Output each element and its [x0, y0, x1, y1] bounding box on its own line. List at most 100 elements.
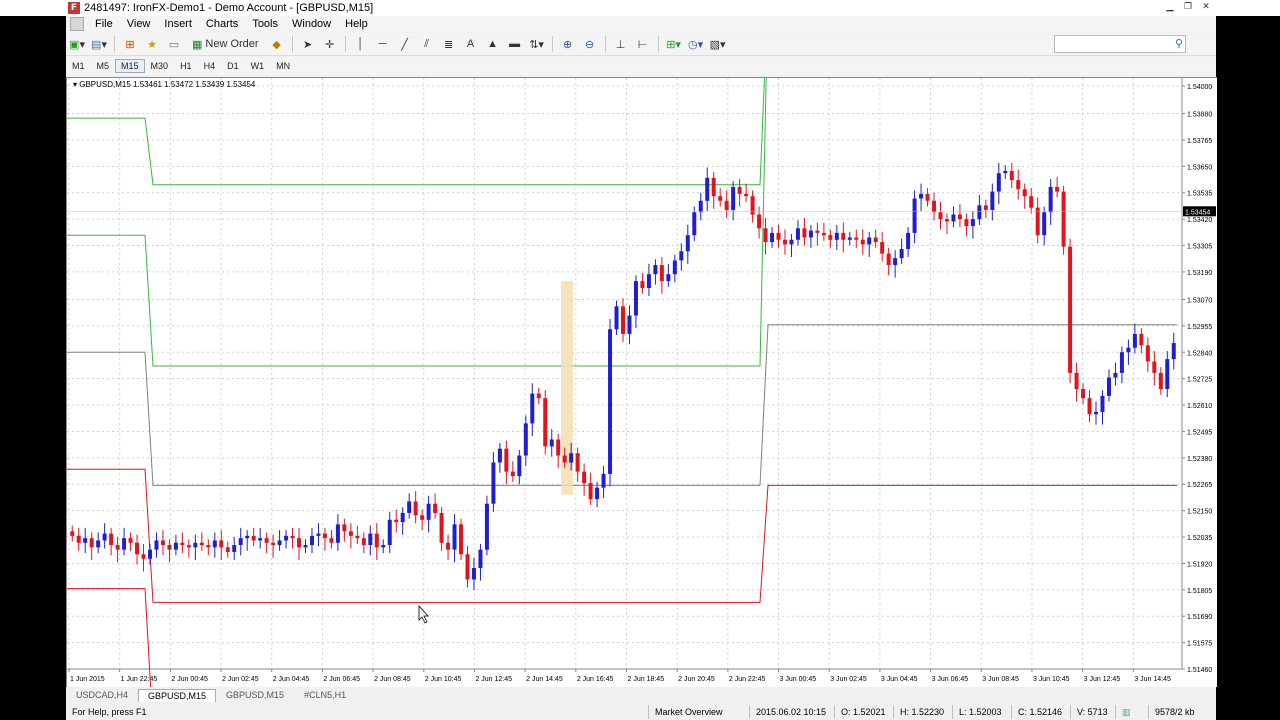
candle-body: [737, 186, 742, 194]
chart-tab[interactable]: #CLN5,H1: [294, 688, 356, 702]
time-label: 3 Jun 08:45: [982, 676, 1019, 683]
toolbar-separator: [291, 36, 293, 52]
fibonacci-icon[interactable]: ≣: [440, 35, 458, 53]
trendline-icon[interactable]: ╱: [396, 35, 414, 53]
templates-icon[interactable]: ▧▾: [709, 35, 727, 53]
chart-tab[interactable]: USDCAD,H4: [66, 688, 138, 702]
candle-body: [925, 193, 930, 201]
restore-icon[interactable]: ❐: [1180, 1, 1196, 13]
timeframe-w1[interactable]: W1: [245, 59, 271, 73]
candle-body: [497, 448, 502, 463]
menu-help[interactable]: Help: [338, 18, 375, 30]
price-label: 1.53190: [1187, 270, 1212, 277]
time-label: 2 Jun 00:45: [171, 676, 208, 683]
candle-body: [1016, 180, 1021, 190]
menu-window[interactable]: Window: [285, 18, 338, 30]
arrows-icon[interactable]: ▬: [506, 35, 524, 53]
time-label: 2 Jun 16:45: [577, 676, 614, 683]
time-label: 3 Jun 06:45: [932, 676, 969, 683]
text-icon[interactable]: A: [462, 35, 480, 53]
crosshair-icon[interactable]: ✛: [321, 35, 339, 53]
shapes-icon[interactable]: ⇅▾: [528, 35, 546, 53]
candle-body: [206, 545, 211, 548]
candle-body: [128, 538, 133, 543]
candle-body: [297, 538, 302, 548]
candle-body: [795, 228, 800, 240]
chart-shift-icon[interactable]: ⊢: [634, 35, 652, 53]
channel-icon[interactable]: ⫽: [418, 35, 436, 53]
close-icon[interactable]: ✕: [1198, 1, 1214, 13]
menu-insert[interactable]: Insert: [157, 18, 199, 30]
candle-body: [1068, 246, 1073, 373]
timeframe-m5[interactable]: M5: [91, 59, 116, 73]
navigator-icon[interactable]: ★: [143, 35, 161, 53]
status-profile[interactable]: Market Overview: [648, 705, 749, 719]
horizontal-line-icon[interactable]: ─: [374, 35, 392, 53]
cursor-icon[interactable]: ➤: [299, 35, 317, 53]
upper-band-1: [67, 0, 769, 186]
candle-body: [718, 196, 723, 201]
menu-view[interactable]: View: [120, 18, 158, 30]
candle-body: [471, 568, 476, 580]
timeframe-d1[interactable]: D1: [221, 59, 245, 73]
menu-file[interactable]: File: [88, 18, 120, 30]
price-chart[interactable]: 1.54000 1.53880 1.53765 1.53650 1.53535 1.534…: [67, 0, 1217, 720]
indicators-icon[interactable]: ⊞▾: [665, 35, 683, 53]
chart-area[interactable]: ▾ GBPUSD,M15 1.53461 1.53472 1.53439 1.5…: [66, 0, 1217, 720]
price-label: 1.52380: [1187, 456, 1212, 463]
chart-tab[interactable]: GBPUSD,M15: [138, 689, 217, 702]
vertical-line-icon[interactable]: │: [352, 35, 370, 53]
price-label: 1.52495: [1187, 429, 1212, 436]
main-toolbar: ▣ ▾ ▤ ▾ ⊞ ★ ▭ ▦ New Order ◆ ➤ ✛ │ ─ ╱ ⫽ ≣ A…: [66, 33, 1216, 56]
timeframe-h1[interactable]: H1: [174, 59, 198, 73]
candle-body: [543, 398, 548, 447]
status-traffic: 9578/2 kb: [1148, 705, 1211, 719]
candle-body: [219, 540, 224, 548]
candle-body: [802, 228, 807, 238]
new-order-button[interactable]: ▦ New Order: [187, 34, 264, 54]
time-label: 3 Jun 12:45: [1084, 676, 1121, 683]
menu-tools[interactable]: Tools: [245, 18, 285, 30]
label-icon[interactable]: ▲: [484, 35, 502, 53]
new-chart-icon[interactable]: ▣ ▾: [68, 35, 86, 53]
chart-tabs: USDCAD,H4 GBPUSD,M15 GBPUSD,M15 #CLN5,H1: [66, 687, 1216, 702]
chart-tab[interactable]: GBPUSD,M15: [216, 688, 294, 702]
timeframe-h4[interactable]: H4: [198, 59, 222, 73]
connection-icon[interactable]: ▥: [1115, 705, 1148, 719]
time-label: 1 Jun 2015: [70, 676, 105, 683]
timeframe-mn[interactable]: MN: [270, 59, 296, 73]
timeframe-m15[interactable]: M15: [115, 59, 145, 73]
candle-body: [731, 186, 736, 210]
candle-body: [264, 538, 269, 543]
candle-body: [821, 232, 826, 236]
candle-body: [711, 177, 716, 197]
candle-body: [672, 260, 677, 275]
market-watch-icon[interactable]: ⊞: [121, 35, 139, 53]
candle-body: [212, 540, 217, 548]
price-label: 1.52265: [1187, 482, 1212, 489]
menu-charts[interactable]: Charts: [199, 18, 245, 30]
autoscroll-icon[interactable]: ⊥: [612, 35, 630, 53]
candle-body: [575, 453, 580, 472]
search-input[interactable]: ⚲: [1054, 35, 1186, 53]
time-label: 2 Jun 14:45: [526, 676, 563, 683]
candle-body: [828, 235, 833, 240]
left-margin: [0, 0, 66, 720]
minimize-icon[interactable]: ▁: [1162, 1, 1178, 13]
candle-body: [614, 306, 619, 330]
periods-icon[interactable]: ◷▾: [687, 35, 705, 53]
zoom-in-icon[interactable]: ⊕: [559, 35, 577, 53]
autotrading-icon[interactable]: ◆: [268, 35, 286, 53]
candle-body: [867, 237, 872, 245]
price-label: 1.53765: [1187, 138, 1212, 145]
candle-body: [776, 232, 781, 240]
timeframe-m30[interactable]: M30: [145, 59, 175, 73]
search-icon[interactable]: ⚲: [1175, 37, 1183, 50]
zoom-out-icon[interactable]: ⊖: [581, 35, 599, 53]
candle-body: [588, 483, 593, 500]
doc-menu-icon[interactable]: [70, 17, 84, 31]
timeframe-m1[interactable]: M1: [66, 59, 91, 73]
candle-body: [186, 545, 191, 548]
profiles-icon[interactable]: ▤ ▾: [90, 35, 108, 53]
terminal-icon[interactable]: ▭: [165, 35, 183, 53]
